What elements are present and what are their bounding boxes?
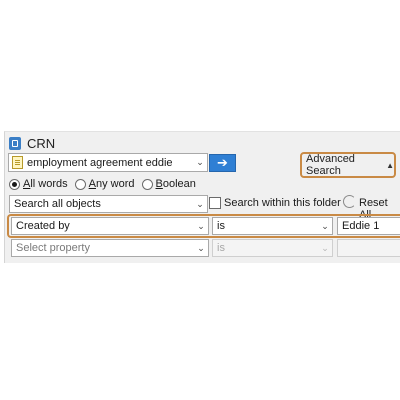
condition-operator-select: is ⌄ — [212, 239, 333, 257]
chevron-down-icon[interactable]: ⌄ — [194, 243, 208, 254]
triangle-up-icon: ▲ — [386, 160, 394, 170]
search-go-button[interactable]: ➔ — [209, 154, 236, 172]
radio-any-word-label: Any word — [88, 178, 135, 190]
condition-operator-select[interactable]: is ⌄ — [212, 217, 333, 235]
search-query-text[interactable]: employment agreement eddie — [23, 157, 193, 169]
within-folder-checkbox[interactable] — [209, 197, 221, 209]
condition-value-field[interactable]: Eddie 1 — [337, 217, 400, 235]
condition-property-select[interactable]: Select property ⌄ — [11, 239, 209, 257]
all-words-rest: ll words — [30, 178, 68, 190]
within-folder-label: Search within this folder — [224, 197, 341, 209]
advanced-search-label: Advanced Search — [306, 153, 355, 177]
search-input[interactable]: employment agreement eddie ⌄ — [8, 153, 208, 172]
condition-property-value: Created by — [16, 220, 70, 232]
radio-boolean-label: Boolean — [155, 178, 196, 190]
arrow-right-icon: ➔ — [217, 155, 228, 170]
advanced-search-panel: CRN employment agreement eddie ⌄ ➔ Advan… — [4, 131, 400, 263]
chevron-down-icon[interactable]: ⌄ — [193, 157, 207, 168]
condition-property-placeholder: Select property — [16, 242, 90, 254]
advanced-search-toggle[interactable]: Advanced Search ▲ — [300, 152, 396, 178]
search-scope-select[interactable]: Search all objects ⌄ — [9, 195, 208, 213]
reset-icon[interactable] — [343, 195, 356, 208]
boolean-rest: oolean — [162, 178, 196, 190]
radio-boolean[interactable]: Boolean — [141, 178, 196, 190]
radio-button-icon[interactable] — [141, 178, 153, 190]
condition-operator-value: is — [217, 220, 225, 232]
chevron-down-icon: ⌄ — [321, 242, 329, 253]
radio-button-icon[interactable] — [9, 178, 20, 190]
condition-operator-value: is — [217, 242, 225, 254]
chevron-down-icon[interactable]: ⌄ — [318, 221, 332, 232]
radio-all-words-label: All words — [23, 178, 68, 190]
match-mode-group: All words Any word Boolean — [9, 178, 200, 190]
vault-icon — [9, 137, 21, 150]
vault-title: CRN — [27, 136, 56, 151]
condition-property-select[interactable]: Created by ⌄ — [11, 217, 209, 235]
radio-button-icon[interactable] — [74, 178, 86, 190]
chevron-down-icon[interactable]: ⌄ — [193, 199, 207, 210]
document-icon — [12, 156, 23, 169]
chevron-down-icon[interactable]: ⌄ — [194, 221, 208, 232]
radio-all-words[interactable]: All words — [9, 178, 68, 190]
search-scope-value: Search all objects — [14, 198, 101, 210]
condition-value-field — [337, 239, 400, 257]
any-word-rest: ny word — [95, 178, 135, 190]
radio-any-word[interactable]: Any word — [74, 178, 135, 190]
